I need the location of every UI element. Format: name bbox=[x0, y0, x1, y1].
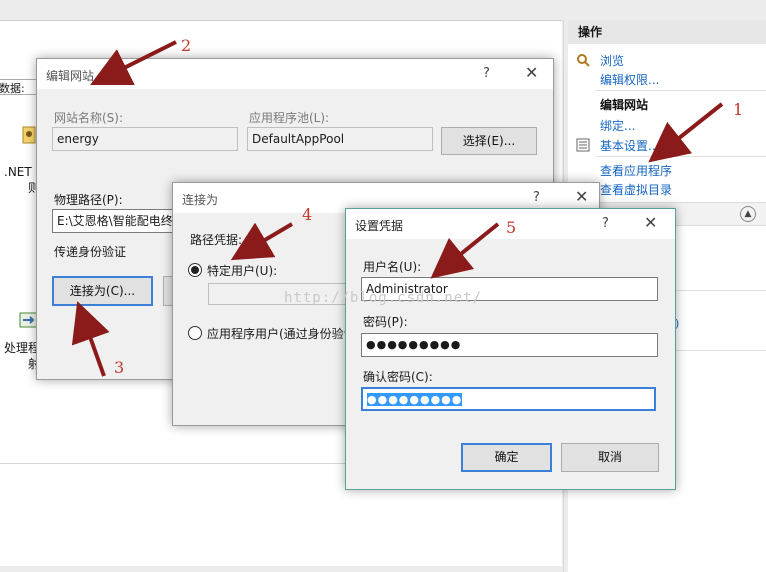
annotation-arrows bbox=[71, 40, 724, 377]
arrow-4 bbox=[230, 222, 294, 261]
annotation-5: 5 bbox=[506, 218, 517, 237]
annotation-3: 3 bbox=[114, 358, 125, 377]
annotation-1: 1 bbox=[733, 100, 744, 119]
arrow-5 bbox=[430, 222, 500, 279]
arrow-3 bbox=[71, 301, 110, 377]
annotation-4: 4 bbox=[302, 205, 313, 224]
arrow-1 bbox=[648, 102, 724, 163]
arrow-2 bbox=[90, 40, 177, 85]
annotation-2: 2 bbox=[181, 36, 192, 55]
